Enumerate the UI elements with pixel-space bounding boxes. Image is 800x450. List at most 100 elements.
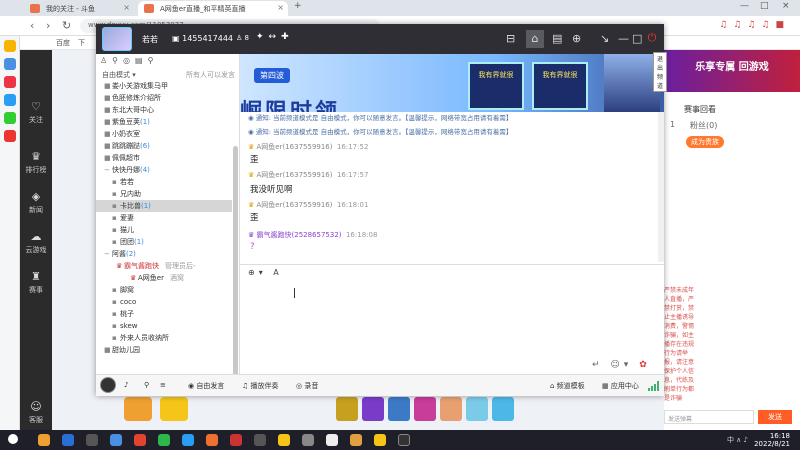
exit-channel-icon[interactable]: ⏻ [644,30,660,46]
become-noble-button[interactable]: 成为贵族 [686,136,724,148]
title-tool-icons[interactable]: ✦↔✚ [256,32,294,42]
nav-tournament[interactable]: ♜ 赛事 [20,270,52,295]
gift-icon[interactable] [414,397,436,421]
gamepad-emote-icon[interactable]: ⊕▾ [248,268,267,277]
nav-news[interactable]: ◈ 新闻 [20,190,52,215]
reload-icon[interactable]: ↻ [62,19,71,32]
minimize-window-icon[interactable]: — [740,1,749,11]
gift-icon[interactable] [388,397,410,421]
yy-icon[interactable] [374,434,386,446]
expand-icon[interactable]: ■ [104,80,112,92]
gift-icon[interactable] [124,397,152,421]
emoji-icon[interactable]: ☺▾ [610,360,632,370]
system-tray[interactable]: 中 ∧ ♪ [727,435,748,445]
gift-icon[interactable] [362,397,384,421]
app-icon[interactable] [62,434,74,446]
bookmark-item[interactable]: 下 [78,38,85,48]
gift-icon[interactable] [336,397,358,421]
maximize-icon[interactable]: □ [632,32,642,45]
search-icon[interactable] [8,434,18,444]
enter-icon[interactable]: ↵ [592,360,604,370]
sub-channel-item[interactable]: ▪ 桃子 [96,308,232,320]
app-icon[interactable] [230,434,242,446]
channel-item[interactable]: ■紫鱼豆荚(1) [96,116,232,128]
channel-item[interactable]: − 阿酱(2) [96,248,232,260]
browser-tab-follow[interactable]: 我的关注 - 斗鱼 × [24,1,134,16]
play-music-button[interactable]: ♫ 播放伴奏 [242,381,279,391]
expand-icon[interactable]: − [104,164,112,176]
folder-icon[interactable] [110,434,122,446]
equalizer-icon[interactable]: ≡ [160,381,166,389]
record-button[interactable]: ◎ 录音 [296,381,318,391]
nav-rank[interactable]: ♛ 排行榜 [20,150,52,175]
promo-banner[interactable]: 乐享专属 回游戏 [664,50,800,92]
app-icon[interactable] [302,434,314,446]
expand-icon[interactable]: ■ [104,140,112,152]
avatar[interactable] [100,377,116,393]
app-icon[interactable] [398,434,410,446]
steam-icon[interactable] [254,434,266,446]
back-icon[interactable]: ‹ [30,19,34,32]
app-center-button[interactable]: ▦ 应用中心 [602,381,639,391]
channel-avatar[interactable] [102,27,132,51]
tab-rank[interactable]: 1 [670,120,675,129]
chat-scrollbar[interactable] [658,112,664,262]
expand-icon[interactable]: − [104,248,112,260]
app-icon[interactable] [38,434,50,446]
wechat-icon[interactable] [158,434,170,446]
app-icon[interactable] [4,94,16,106]
app-icon[interactable] [86,434,98,446]
channel-item[interactable]: ■小奶衣室 [96,128,232,140]
expand-icon[interactable]: ■ [104,152,112,164]
gift-icon[interactable] [440,397,462,421]
app-icon[interactable] [350,434,362,446]
mic-icon[interactable]: ⚲ [144,381,149,389]
message-input[interactable]: ↵ ☺▾ ✿ [240,280,664,374]
bookmark-baidu[interactable]: 百度 [56,38,70,48]
nav-follow[interactable]: ♡ 关注 [20,100,52,125]
flower-icon[interactable]: ✿ [639,360,651,370]
close-window-icon[interactable]: × [782,1,790,11]
app-icon[interactable] [206,434,218,446]
gift-icon[interactable] [466,397,488,421]
chrome-icon[interactable] [134,434,146,446]
app-icon[interactable] [4,76,16,88]
danmu-input[interactable]: 发送弹幕 [664,410,754,424]
new-tab-icon[interactable]: + [294,1,302,11]
channel-template-button[interactable]: ⌂ 频道模板 [550,381,585,391]
app-icon[interactable] [278,434,290,446]
channel-item[interactable]: ■东北大哥中心 [96,104,232,116]
clock-icon[interactable] [4,58,16,70]
taskbar-clock[interactable]: 16:18 2022/8/21 [754,432,790,448]
font-icon[interactable]: A [273,268,282,277]
send-danmu-button[interactable]: 发送 [758,410,792,424]
gift-icon[interactable] [160,397,188,421]
minimize-icon[interactable]: — [618,32,629,45]
tree-toolbar[interactable]: ♙⚲◎▤⚲ [100,56,236,68]
browser-tab-live[interactable]: A网鱼er直播_和平精英直播 × [138,1,288,16]
screen-icon[interactable]: ⊟ [506,32,515,45]
sub-channel-item[interactable]: ▪ skew [96,320,232,332]
send-tools[interactable]: ↵ ☺▾ ✿ [592,360,651,370]
channel-item[interactable]: ■跳跳蹦跶(6) [96,140,232,152]
expand-icon[interactable]: ■ [104,116,112,128]
maximize-window-icon[interactable]: □ [760,1,769,11]
replay-header[interactable]: 赛事回看 [684,104,716,115]
user-item[interactable]: ♛ A网鱼er 酒窝 [96,272,232,284]
mode-select[interactable]: 自由模式 ▾ [102,70,136,80]
sub-channel-item[interactable]: ▪ 脚窝 [96,284,232,296]
weibo-icon[interactable] [4,130,16,142]
extension-icons[interactable]: ♫♫♫♫■ [719,20,790,30]
sub-channel-item[interactable]: ▪ 猫儿 [96,224,232,236]
app-icon[interactable] [182,434,194,446]
pin-icon[interactable]: ↘ [600,32,609,45]
close-tab-icon[interactable]: × [123,3,130,12]
user-item[interactable]: ♛ 霸气酱跑快 管理员后- [96,260,232,272]
tab-fans[interactable]: 粉丝(0) [690,120,717,131]
gamepad-icon[interactable]: ⊕ [572,32,581,45]
speaker-icon[interactable]: ♪ [124,381,128,389]
free-speak-button[interactable]: ◉ 自由发言 [188,381,224,391]
expand-icon[interactable]: ■ [104,92,112,104]
sub-channel-item[interactable]: ▪ 若若 [96,176,232,188]
channel-item[interactable]: ■佩佩超市 [96,152,232,164]
